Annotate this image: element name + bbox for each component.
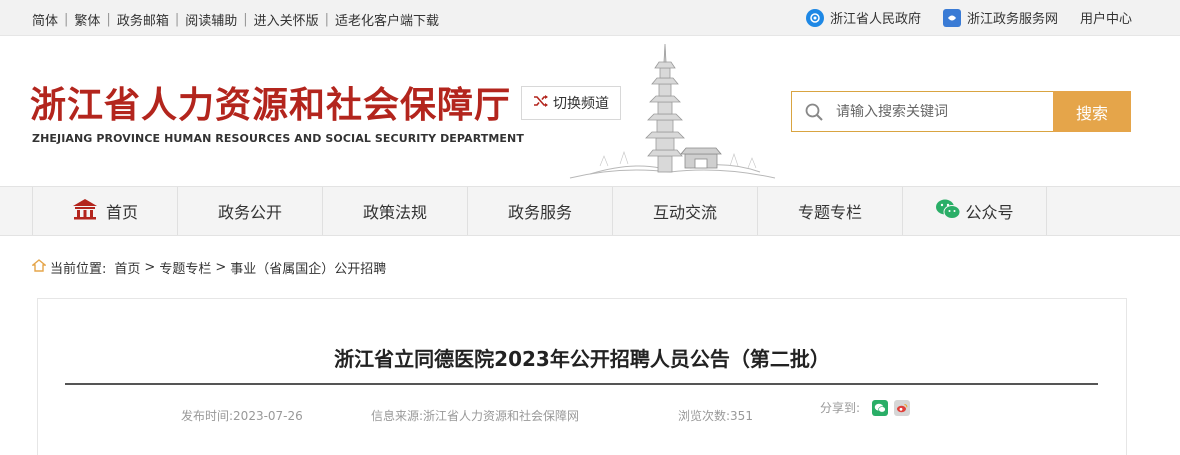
nav-item-policy[interactable]: 政策法规 [322, 187, 467, 235]
site-title-cn[interactable]: 浙江省人力资源和社会保障厅 [30, 76, 511, 128]
title-divider [65, 383, 1098, 385]
site-header: 浙江省人力资源和社会保障厅 ZHEJIANG PROVINCE HUMAN RE… [0, 36, 1180, 186]
publish-time: 发布时间:2023-07-26 [181, 409, 303, 423]
top-right-links: 浙江省人民政府 浙江政务服务网 用户中心 [805, 8, 1132, 27]
top-utility-bar: 简体 | 繁体 | 政务邮箱 | 阅读辅助 | 进入关怀版 | 适老化客户端下载 浙江省人… [0, 0, 1180, 36]
nav-item-label: 政策法规 [362, 203, 427, 222]
main-nav: 首页 政务公开 政策法规 政务服务 互动交流 专题专栏 公众号 [0, 186, 1180, 236]
nav-item-gov-affairs[interactable]: 政务公开 [177, 187, 322, 235]
search-icon [792, 102, 836, 122]
search-box [791, 91, 1053, 132]
breadcrumb-item-recruitment[interactable]: 事业（省属国企）公开招聘 [230, 258, 386, 277]
share-bar: 分享到: [820, 399, 911, 416]
switch-channel-label: 切换频道 [553, 96, 609, 112]
shuffle-icon [533, 94, 549, 112]
wechat-icon [935, 198, 961, 224]
switch-channel-button[interactable]: 切换频道 [521, 86, 621, 120]
link-reading-aid[interactable]: 阅读辅助 [185, 10, 237, 29]
home-icon [72, 198, 98, 224]
separator: | [243, 12, 248, 27]
nav-item-home[interactable]: 首页 [32, 187, 177, 235]
link-zj-gov[interactable]: 浙江省人民政府 [805, 8, 921, 27]
link-traditional[interactable]: 繁体 [74, 10, 100, 29]
separator: | [324, 12, 330, 27]
separator: | [64, 12, 69, 27]
nav-item-label: 公众号 [965, 203, 1014, 222]
breadcrumb-prefix: 当前位置: [50, 262, 107, 277]
nav-item-label: 政务公开 [217, 203, 282, 222]
user-center-link[interactable]: 用户中心 [1080, 8, 1132, 27]
home-location-icon [31, 259, 47, 276]
share-weibo-icon[interactable] [894, 399, 911, 416]
nav-item-services[interactable]: 政务服务 [467, 187, 612, 235]
separator: | [174, 12, 180, 27]
top-links: 简体 | 繁体 | 政务邮箱 | 阅读辅助 | 进入关怀版 | 适老化客户端下载 [32, 10, 439, 29]
share-wechat-icon[interactable] [872, 399, 889, 416]
link-elderly-app-download[interactable]: 适老化客户端下载 [335, 10, 439, 29]
breadcrumb-item-special[interactable]: 专题专栏 [159, 258, 211, 277]
nav-item-interaction[interactable]: 互动交流 [612, 187, 757, 235]
search-input[interactable] [836, 103, 1036, 120]
breadcrumb-item-home[interactable]: 首页 [114, 258, 140, 277]
nav-item-special-topics[interactable]: 专题专栏 [757, 187, 902, 235]
view-count: 浏览次数:351 [678, 409, 753, 423]
site-title-en: ZHEJIANG PROVINCE HUMAN RESOURCES AND SO… [32, 132, 524, 145]
link-simplified[interactable]: 简体 [32, 10, 58, 29]
nav-item-label: 首页 [105, 203, 138, 222]
search-button[interactable]: 搜索 [1053, 91, 1131, 132]
article-panel: 浙江省立同德医院2023年公开招聘人员公告（第二批） 发布时间:2023-07-… [37, 298, 1127, 455]
separator: | [106, 12, 111, 27]
nav-item-official-account[interactable]: 公众号 [902, 187, 1047, 235]
breadcrumb-separator: > [215, 260, 227, 275]
link-care-version[interactable]: 进入关怀版 [254, 10, 319, 29]
nav-item-label: 专题专栏 [797, 203, 862, 222]
zj-service-label: 浙江政务服务网 [966, 12, 1058, 27]
breadcrumb-separator: > [144, 260, 156, 275]
zj-gov-label: 浙江省人民政府 [829, 12, 921, 27]
info-source: 信息来源:浙江省人力资源和社会保障网 [371, 409, 580, 423]
link-zj-service[interactable]: 浙江政务服务网 [942, 8, 1058, 27]
breadcrumb: 当前位置: 首页 > 专题专栏 > 事业（省属国企）公开招聘 [31, 258, 386, 277]
zj-gov-icon [805, 8, 824, 27]
link-gov-mail[interactable]: 政务邮箱 [117, 10, 169, 29]
article-title: 浙江省立同德医院2023年公开招聘人员公告（第二批） [334, 347, 830, 371]
nav-item-label: 政务服务 [507, 203, 572, 222]
zj-service-icon [942, 8, 961, 27]
nav-item-label: 互动交流 [652, 203, 717, 222]
share-label: 分享到: [820, 401, 861, 415]
